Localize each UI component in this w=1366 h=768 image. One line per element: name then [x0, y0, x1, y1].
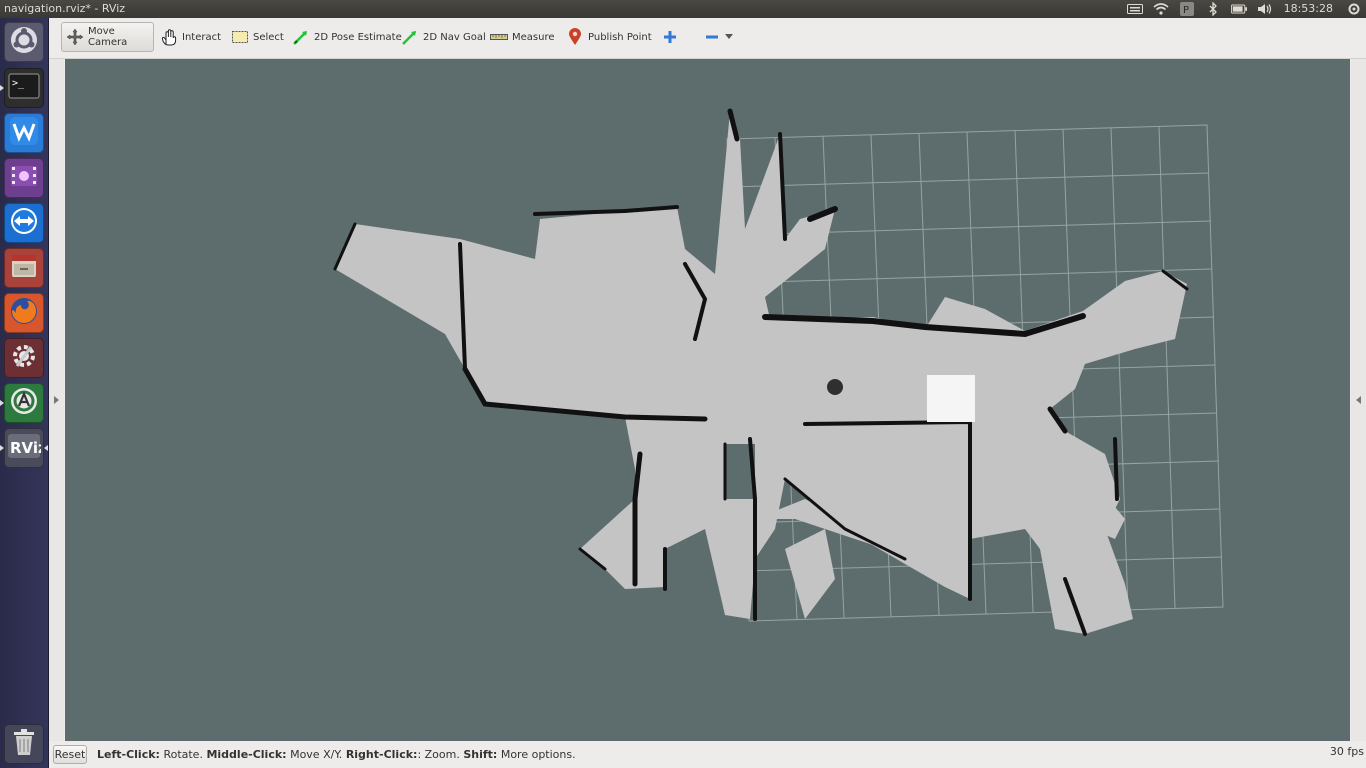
- 3d-viewport[interactable]: [65, 59, 1350, 741]
- file-cabinet-icon: [9, 251, 39, 285]
- render-area: [49, 59, 1366, 741]
- battery-icon[interactable]: [1230, 2, 1247, 16]
- select-tool[interactable]: Select: [227, 22, 288, 52]
- wps-writer-icon: [9, 116, 39, 150]
- ruler-icon: [490, 28, 508, 46]
- publish-point-tool[interactable]: Publish Point: [562, 22, 656, 52]
- svg-text:>_: >_: [12, 78, 25, 89]
- 2d-pose-estimate-label: 2D Pose Estimate: [314, 31, 402, 43]
- interact-tool[interactable]: Interact: [156, 22, 225, 52]
- clock[interactable]: 18:53:28: [1284, 0, 1333, 18]
- 2d-pose-estimate-tool[interactable]: 2D Pose Estimate: [288, 22, 406, 52]
- launcher-terminal[interactable]: >_: [0, 68, 44, 108]
- interact-label: Interact: [182, 31, 222, 43]
- pose-estimate-arrow-icon: [292, 28, 310, 46]
- measure-label: Measure: [512, 31, 555, 43]
- hint-left-key: Left-Click:: [97, 748, 160, 761]
- system-tray: P 18:53:28: [1122, 0, 1366, 18]
- launcher-software-updater[interactable]: [0, 383, 44, 423]
- reset-button[interactable]: Reset: [53, 745, 87, 764]
- launcher-video-player[interactable]: [4, 158, 44, 198]
- running-indicator: [0, 445, 4, 451]
- launcher-wps-writer[interactable]: [4, 113, 44, 153]
- 2d-nav-goal-tool[interactable]: 2D Nav Goal: [397, 22, 490, 52]
- select-rect-icon: [231, 28, 249, 46]
- launcher-file-manager[interactable]: [4, 248, 44, 288]
- teamviewer-icon: [9, 206, 39, 240]
- ubuntu-logo-icon: [9, 25, 39, 59]
- wifi-icon[interactable]: [1153, 2, 1169, 16]
- add-tool-button[interactable]: [657, 22, 687, 52]
- right-dock-toggle[interactable]: [1351, 59, 1366, 741]
- hint-right-key: Right-Click:: [345, 748, 418, 761]
- move-camera-label: Move Camera: [88, 26, 128, 48]
- hint-middle-key: Middle-Click:: [206, 748, 287, 761]
- rviz-window: Move Camera Interact Select 2D Pose Esti…: [49, 18, 1366, 768]
- hint-left-action: Rotate.: [163, 748, 203, 761]
- terminal-icon: >_: [8, 73, 40, 103]
- selected-cell: [927, 375, 975, 422]
- chevron-down-icon[interactable]: [725, 32, 733, 43]
- tool-toolbar: Move Camera Interact Select 2D Pose Esti…: [49, 18, 1366, 59]
- launcher: >_ RVi: [0, 18, 49, 768]
- launcher-teamviewer[interactable]: [4, 203, 44, 243]
- svg-text:RViz: RViz: [10, 439, 41, 457]
- robot-marker: [827, 379, 843, 395]
- volume-icon[interactable]: [1257, 2, 1273, 16]
- updater-icon: [9, 386, 39, 420]
- running-indicator: [0, 400, 4, 406]
- settings-gear-icon: [9, 341, 39, 375]
- plus-icon: [661, 28, 679, 46]
- minus-icon: [703, 28, 721, 46]
- power-gear-icon[interactable]: [1346, 2, 1362, 16]
- move-camera-tool[interactable]: Move Camera: [61, 22, 154, 52]
- measure-tool[interactable]: Measure: [486, 22, 559, 52]
- map-pin-icon: [566, 28, 584, 46]
- 2d-nav-goal-label: 2D Nav Goal: [423, 31, 486, 43]
- nav-goal-arrow-icon: [401, 28, 419, 46]
- hint-shift-action: More options.: [500, 748, 576, 761]
- status-bar: Reset Left-Click: Rotate. Middle-Click: …: [49, 741, 1366, 768]
- hint-middle-action: Move X/Y.: [290, 748, 343, 761]
- launcher-ubuntu-dash[interactable]: [4, 22, 44, 62]
- launcher-firefox[interactable]: [4, 293, 44, 333]
- film-icon: [9, 161, 39, 195]
- publish-point-label: Publish Point: [588, 31, 652, 43]
- left-dock-toggle[interactable]: [49, 59, 64, 741]
- window-title: navigation.rviz* - RViz: [4, 2, 126, 15]
- mouse-hint: Left-Click: Rotate. Middle-Click: Move X…: [97, 748, 576, 761]
- rviz-icon: RViz: [7, 431, 47, 465]
- hand-pointer-icon: [160, 28, 178, 46]
- fps-readout: 30 fps: [1329, 745, 1364, 758]
- move-camera-icon: [66, 28, 84, 46]
- launcher-system-settings[interactable]: [4, 338, 44, 378]
- bluetooth-icon[interactable]: [1205, 2, 1221, 16]
- free-space: [335, 111, 1187, 634]
- remove-tool-button[interactable]: [699, 22, 737, 52]
- firefox-icon: [9, 296, 39, 330]
- running-indicator: [0, 85, 4, 91]
- hint-right-action: : Zoom.: [417, 748, 460, 761]
- keyboard-icon[interactable]: [1126, 2, 1143, 16]
- svg-text:P: P: [1183, 5, 1189, 16]
- chevron-right-icon: [54, 396, 59, 404]
- chevron-left-icon: [1356, 396, 1361, 404]
- focused-indicator: [44, 445, 48, 451]
- occupancy-map-scene[interactable]: [65, 59, 1350, 741]
- input-method-icon[interactable]: P: [1179, 2, 1195, 16]
- launcher-rviz[interactable]: RViz: [0, 428, 48, 468]
- launcher-trash[interactable]: [4, 724, 44, 764]
- hint-shift-key: Shift:: [463, 748, 498, 761]
- select-label: Select: [253, 31, 284, 43]
- top-panel: navigation.rviz* - RViz P 18:53:28: [0, 0, 1366, 18]
- trash-icon: [10, 727, 38, 761]
